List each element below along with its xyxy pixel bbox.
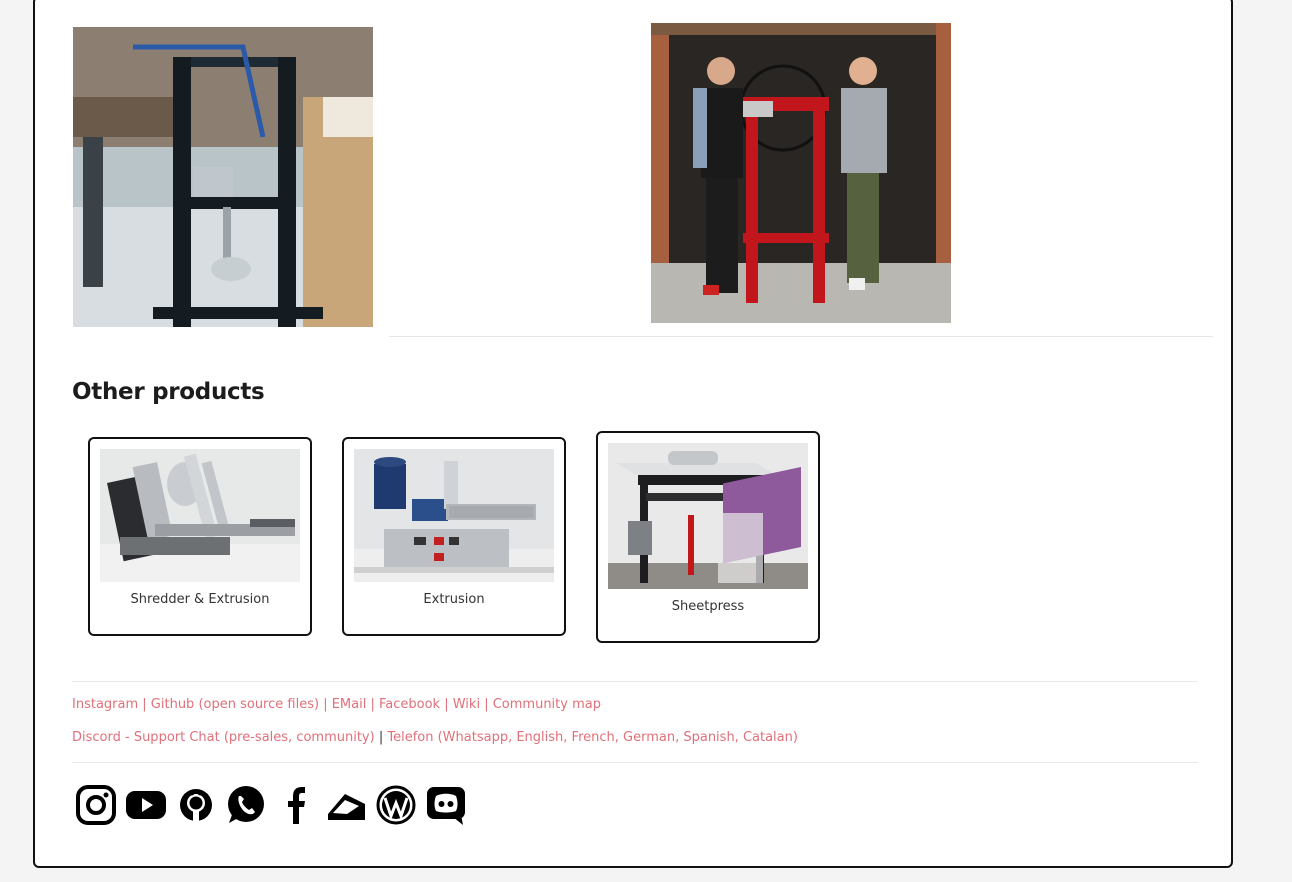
discord-link[interactable]: Discord - Support Chat (pre-sales, commu… bbox=[72, 730, 375, 745]
product-label: Extrusion bbox=[423, 592, 485, 607]
footer-links-row-2: Discord - Support Chat (pre-sales, commu… bbox=[72, 730, 798, 745]
youtube-icon[interactable] bbox=[125, 784, 167, 826]
product-image bbox=[608, 443, 808, 589]
wordpress-icon[interactable] bbox=[375, 784, 417, 826]
content-panel: Other products Shredder & Extrusion Extr… bbox=[33, 0, 1233, 868]
email-icon[interactable] bbox=[325, 784, 367, 826]
github-link[interactable]: Github (open source files) bbox=[151, 697, 319, 712]
product-card-shredder-extrusion[interactable]: Shredder & Extrusion bbox=[88, 437, 312, 636]
discord-icon[interactable] bbox=[425, 784, 467, 826]
link-separator: | bbox=[323, 697, 332, 712]
whatsapp-icon[interactable] bbox=[225, 784, 267, 826]
machine-workshop-photo bbox=[73, 27, 373, 327]
facebook-link[interactable]: Facebook bbox=[379, 697, 440, 712]
link-separator: | bbox=[444, 697, 453, 712]
email-link[interactable]: EMail bbox=[332, 697, 367, 712]
product-card-sheetpress[interactable]: Sheetpress bbox=[596, 431, 820, 643]
instagram-icon[interactable] bbox=[75, 784, 117, 826]
link-separator: | bbox=[484, 697, 493, 712]
link-separator: | bbox=[370, 697, 379, 712]
instagram-link[interactable]: Instagram bbox=[72, 697, 138, 712]
community-map-link[interactable]: Community map bbox=[493, 697, 601, 712]
telefon-link[interactable]: Telefon (Whatsapp, English, French, Germ… bbox=[387, 730, 798, 745]
wiki-link[interactable]: Wiki bbox=[453, 697, 480, 712]
product-card-extrusion[interactable]: Extrusion bbox=[342, 437, 566, 636]
github-icon[interactable] bbox=[175, 784, 217, 826]
link-separator: | bbox=[142, 697, 151, 712]
footer-divider bbox=[72, 681, 1198, 682]
facebook-icon[interactable] bbox=[275, 784, 317, 826]
footer-links-row-1: Instagram | Github (open source files) |… bbox=[72, 697, 601, 712]
social-icons bbox=[75, 784, 467, 828]
product-image bbox=[100, 449, 300, 582]
footer-divider bbox=[72, 762, 1198, 763]
product-image bbox=[354, 449, 554, 582]
product-label: Shredder & Extrusion bbox=[130, 592, 270, 607]
divider bbox=[389, 336, 1213, 337]
product-label: Sheetpress bbox=[671, 599, 745, 614]
founders-photo bbox=[651, 23, 951, 323]
section-title: Other products bbox=[72, 379, 265, 405]
